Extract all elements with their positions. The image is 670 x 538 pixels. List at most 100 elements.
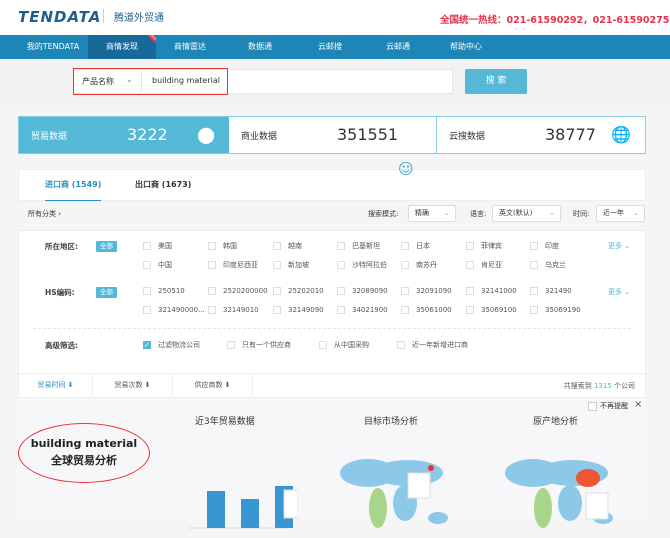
new-badge: NEW [146,35,156,45]
hs-checkbox[interactable]: 2520200000 [208,287,268,295]
checkbox[interactable] [397,341,405,349]
region-checkbox[interactable]: 越南 [273,241,302,251]
hs-checkbox[interactable]: 32141000 [466,287,517,295]
checkbox[interactable] [208,261,216,269]
region-checkbox[interactable]: 巴基斯坦 [337,241,380,251]
mode-select[interactable]: 精确 ⌄ [408,205,456,222]
sort-trade-count[interactable]: 贸易次数 ⬇ [93,374,173,397]
checkbox[interactable] [143,242,151,250]
checkbox[interactable] [337,306,345,314]
checkbox[interactable] [401,242,409,250]
nav-data[interactable]: 数据通 [230,35,290,59]
hs-checkbox[interactable]: 250510 [143,287,185,295]
checkbox[interactable] [401,287,409,295]
checkbox[interactable] [337,261,345,269]
advanced-filter-checkbox[interactable]: 只有一个供应商 [227,340,291,350]
hs-checkbox[interactable]: 32089090 [337,287,388,295]
region-checkbox[interactable]: 美国 [143,241,172,251]
hs-checkbox[interactable]: 25202010 [273,287,324,295]
stat-cloud[interactable]: 云搜数据 38777 🌐 [437,117,645,153]
checkbox[interactable] [337,287,345,295]
region-checkbox[interactable]: 韩国 [208,241,237,251]
hs-checkbox[interactable]: 35069190 [530,306,581,314]
sort-trade-time[interactable]: 贸易时间 ⬇ [19,374,93,397]
hs-checkbox[interactable]: 321490000... [143,306,205,314]
checkbox[interactable] [466,287,474,295]
dont-remind-checkbox[interactable]: 不再提醒 [588,401,628,411]
checkbox[interactable] [143,261,151,269]
advanced-filter-checkbox[interactable]: 近一年新增进口商 [397,340,468,350]
advanced-filter-checkbox[interactable]: 从中国采购 [319,340,369,350]
region-all-button[interactable]: 全部 [96,241,117,252]
nav-discovery[interactable]: 商情发现 NEW [88,35,156,59]
checkbox[interactable] [466,261,474,269]
hs-more-button[interactable]: 更多 ⌄ [608,287,630,297]
search-button[interactable]: 搜 索 [465,69,527,94]
hs-all-button[interactable]: 全部 [96,287,117,298]
checkbox[interactable] [273,261,281,269]
checkbox[interactable] [227,341,235,349]
stat-label: 贸易数据 [31,132,68,142]
region-checkbox[interactable]: 肯尼亚 [466,260,502,270]
checkbox[interactable] [273,306,281,314]
nav-radar[interactable]: 商情雷达 [160,35,220,59]
checkbox[interactable] [273,242,281,250]
checkbox[interactable] [208,242,216,250]
tab-exporters[interactable]: 出口商 (1673) [135,179,191,190]
checkbox[interactable] [588,401,597,411]
tab-importers[interactable]: 进口商 (1549) [45,179,102,201]
checkbox[interactable]: ✓ [143,341,151,349]
checkbox[interactable] [530,261,538,269]
nav-mail-search[interactable]: 云邮搜 [300,35,360,59]
region-checkbox[interactable]: 印度尼西亚 [208,260,258,270]
hs-checkbox[interactable]: 321490 [530,287,572,295]
checkbox-label: 印度尼西亚 [223,261,258,269]
checkbox[interactable] [401,261,409,269]
stat-trade[interactable]: 贸易数据 3222 ⬤ [19,117,229,153]
checkbox[interactable] [530,242,538,250]
nav-mail[interactable]: 云邮通 [368,35,428,59]
checkbox[interactable] [466,242,474,250]
checkbox-label: 韩国 [223,242,237,250]
checkbox[interactable] [530,306,538,314]
sort-supplier-count[interactable]: 供应商数 ⬇ [173,374,253,397]
time-select[interactable]: 近一年 ⌄ [596,205,645,222]
hs-checkbox[interactable]: 32091090 [401,287,452,295]
checkbox-label: 321490 [545,287,572,295]
logo[interactable]: TENDATA [18,8,101,26]
checkbox[interactable] [319,341,327,349]
stat-business[interactable]: 商业数据 351551 [229,117,437,153]
select-value: 精确 [415,209,429,217]
highlight-box [73,68,228,95]
nav-my-tendata[interactable]: 我的TENDATA [18,35,88,59]
nav-help[interactable]: 帮助中心 [436,35,496,59]
hs-checkbox[interactable]: 35069100 [466,306,517,314]
checkbox[interactable] [530,287,538,295]
region-checkbox[interactable]: 新加坡 [273,260,309,270]
checkbox[interactable] [208,306,216,314]
region-checkbox[interactable]: 中国 [143,260,172,270]
all-categories[interactable]: 所有分类 › [28,209,61,219]
checkbox[interactable] [401,306,409,314]
checkbox[interactable] [143,306,151,314]
header: TENDATA 腾道外贸通 全国统一热线：021-61590292，021-61… [0,0,670,35]
hs-checkbox[interactable]: 32149010 [208,306,259,314]
hs-checkbox[interactable]: 34021900 [337,306,388,314]
language-select[interactable]: 英文(默认) ⌄ [492,205,561,222]
hs-checkbox[interactable]: 32149090 [273,306,324,314]
checkbox[interactable] [273,287,281,295]
region-checkbox[interactable]: 乌克兰 [530,260,566,270]
checkbox[interactable] [466,306,474,314]
checkbox[interactable] [337,242,345,250]
region-checkbox[interactable]: 印度 [530,241,559,251]
region-checkbox[interactable]: 菲律宾 [466,241,502,251]
hs-checkbox[interactable]: 35061000 [401,306,452,314]
region-checkbox[interactable]: 南苏丹 [401,260,437,270]
region-checkbox[interactable]: 日本 [401,241,430,251]
region-more-button[interactable]: 更多 ⌄ [608,241,630,251]
advanced-filter-checkbox[interactable]: ✓ 过滤物流公司 [143,340,200,350]
checkbox[interactable] [143,287,151,295]
close-icon[interactable]: × [634,399,642,410]
checkbox[interactable] [208,287,216,295]
region-checkbox[interactable]: 沙特阿拉伯 [337,260,387,270]
